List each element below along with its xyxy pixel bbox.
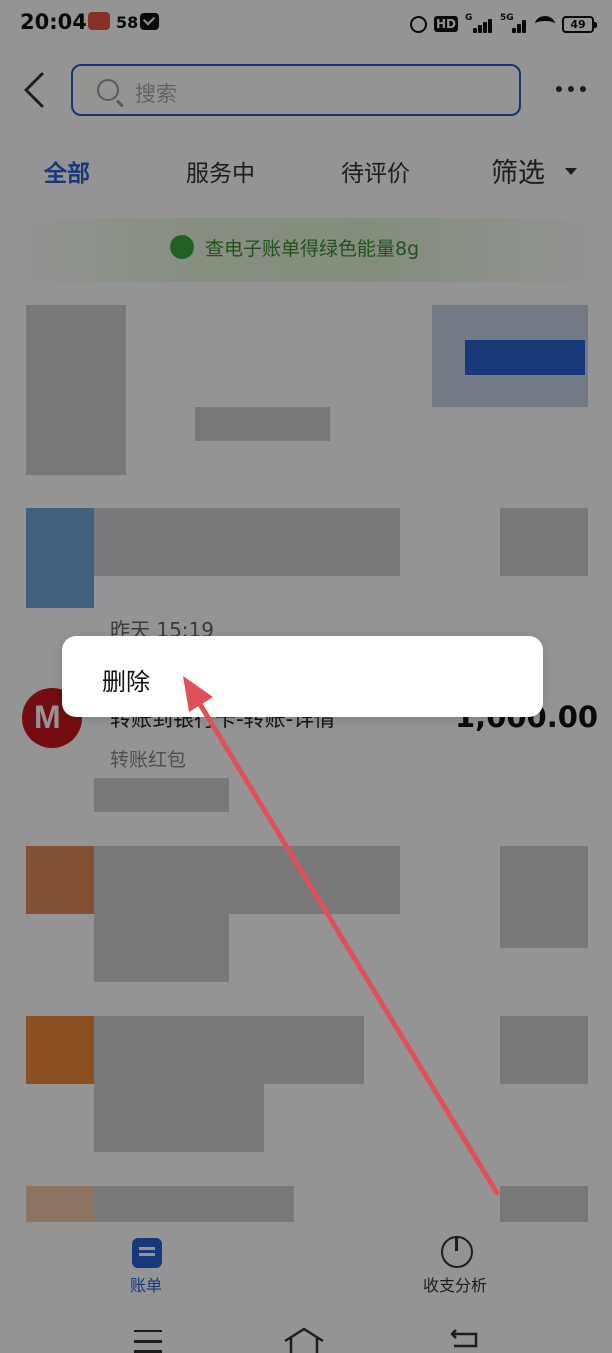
context-menu-popup: 删除 bbox=[62, 636, 543, 717]
delete-menu-item[interactable]: 删除 bbox=[62, 636, 543, 717]
